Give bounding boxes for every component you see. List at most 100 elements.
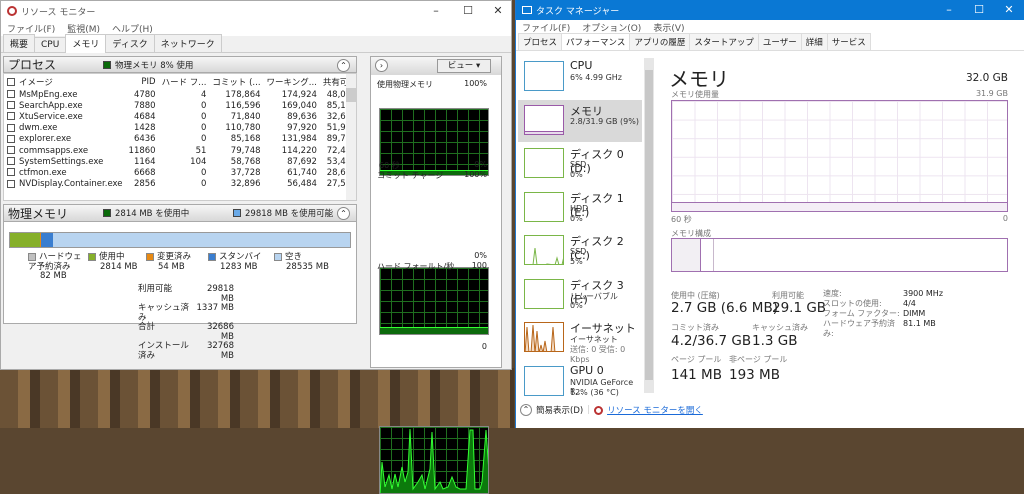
tab-6[interactable]: サービス: [827, 33, 871, 50]
table-cell: 6668: [126, 167, 159, 178]
close-button[interactable]: ✕: [994, 3, 1024, 16]
title-bar: リソース モニター –☐✕: [1, 1, 511, 21]
legend-swatch: [274, 253, 282, 261]
table-cell: 4780: [126, 89, 159, 100]
minimize-button[interactable]: –: [421, 4, 451, 17]
resource-item[interactable]: ディスク 0 (D:)SSD0%: [518, 143, 642, 185]
row-checkbox[interactable]: [7, 124, 15, 132]
simple-view-button[interactable]: 簡易表示(D): [536, 404, 583, 416]
tab-2[interactable]: アプリの履歴: [629, 33, 690, 50]
resource-item[interactable]: ディスク 2 (C:)SSD5%: [518, 230, 642, 272]
thumbnail-graph: [524, 235, 564, 265]
tab-memory[interactable]: メモリ: [65, 34, 106, 53]
table-cell: 169,040: [264, 100, 320, 111]
table-cell: 6436: [126, 134, 159, 145]
row-checkbox[interactable]: [7, 112, 15, 120]
committed-label: コミット済み: [671, 322, 719, 333]
cell-text: 89,636: [287, 112, 317, 122]
cell-text: 1428: [134, 123, 156, 133]
cell-text: 7880: [134, 101, 156, 111]
table-cell: 116,596: [209, 100, 263, 111]
memory-bar-segment: [41, 233, 54, 247]
resource-item[interactable]: GPU 0NVIDIA GeForce R...12% (36 °C): [518, 361, 642, 403]
tab-cpu[interactable]: CPU: [34, 37, 66, 52]
collapse-icon[interactable]: ⌃: [337, 207, 350, 220]
table-row[interactable]: XtuService.exe4684071,84089,63632,66856,…: [4, 111, 357, 122]
tab-5[interactable]: 詳細: [801, 33, 828, 50]
spec-row: スロットの使用:4/4: [823, 299, 943, 309]
menu-file[interactable]: ファイル(F): [522, 21, 570, 34]
tab-network[interactable]: ネットワーク: [154, 34, 222, 52]
row-checkbox[interactable]: [7, 101, 15, 109]
row-checkbox[interactable]: [7, 180, 15, 188]
table-row[interactable]: ctfmon.exe6668037,72861,74028,60033,140: [4, 167, 357, 178]
collapse-icon[interactable]: ⌃: [337, 59, 350, 72]
row-checkbox[interactable]: [7, 135, 15, 143]
tab-3[interactable]: スタートアップ: [689, 33, 759, 50]
scrollbar[interactable]: [346, 74, 356, 201]
column-header[interactable]: PID: [126, 74, 159, 89]
table-row[interactable]: explorer.exe6436085,168131,98489,74442,2…: [4, 134, 357, 145]
physical-memory-panel: 物理メモリ2814 MB を使用中29818 MB を使用可能⌃ ハードウェア予…: [3, 204, 357, 324]
scrollbar[interactable]: [644, 58, 654, 393]
thumbnail-graph: [524, 322, 564, 352]
column-header[interactable]: イメージ: [4, 74, 126, 89]
resource-list: CPU6% 4.99 GHzメモリ2.8/31.9 GB (9%)ディスク 0 …: [516, 52, 656, 397]
spec-row: 速度:3900 MHz: [823, 289, 943, 299]
table-row[interactable]: MsMpEng.exe47804178,864174,92448,040126,…: [4, 89, 357, 100]
cell-text: 37,728: [231, 168, 261, 178]
resource-item[interactable]: CPU6% 4.99 GHz: [518, 56, 642, 98]
in-use-value: 2.7 GB (6.6 MB): [671, 300, 778, 316]
view-dropdown[interactable]: ビュー ▾: [437, 59, 491, 73]
tab-1[interactable]: パフォーマンス: [561, 33, 630, 50]
maximize-button[interactable]: ☐: [964, 3, 994, 16]
item-sub: SSD: [570, 247, 586, 256]
cell-text: commsapps.exe: [19, 146, 88, 156]
cell-text: 169,040: [282, 101, 317, 111]
graph-title: 使用物理メモリ: [377, 79, 433, 90]
item-sub: 0%: [570, 214, 583, 223]
close-button[interactable]: ✕: [483, 4, 513, 17]
table-row[interactable]: SystemSettings.exe116410458,76887,69253,…: [4, 156, 357, 167]
resource-item[interactable]: メモリ2.8/31.9 GB (9%): [518, 100, 642, 142]
tab-4[interactable]: ユーザー: [758, 33, 802, 50]
table-row[interactable]: dwm.exe14280110,78097,92051,93245,988: [4, 123, 357, 134]
table-row[interactable]: commsapps.exe118605179,748114,22072,4644…: [4, 145, 357, 156]
column-header[interactable]: ハード フ...: [159, 74, 210, 89]
select-all-checkbox[interactable]: [7, 78, 15, 86]
stat-value: 32686 MB: [192, 323, 234, 342]
tab-0[interactable]: プロセス: [518, 33, 562, 50]
process-header[interactable]: プロセス物理メモリ 8% 使用⌃: [3, 56, 357, 73]
table-row[interactable]: SearchApp.exe78800116,596169,04085,19283…: [4, 100, 357, 111]
collapse-icon[interactable]: ⌃: [520, 404, 532, 416]
desktop-background: [0, 368, 514, 428]
table-cell: 85,168: [209, 134, 263, 145]
table-row[interactable]: NVDisplay.Container.exe2856032,89656,484…: [4, 179, 357, 190]
column-header[interactable]: コミット (...: [209, 74, 263, 89]
column-label: イメージ: [19, 78, 53, 88]
menu-options[interactable]: オプション(O): [582, 21, 641, 34]
tab-overview[interactable]: 概要: [3, 34, 35, 52]
row-checkbox[interactable]: [7, 168, 15, 176]
memory-bar-segment: [10, 233, 40, 247]
resource-item[interactable]: ディスク 1 (E:)HDD0%: [518, 187, 642, 229]
resource-item[interactable]: イーサネットイーサネット送信: 0 受信: 0 Kbps: [518, 317, 642, 359]
physical-memory-header[interactable]: 物理メモリ2814 MB を使用中29818 MB を使用可能⌃: [4, 205, 356, 222]
tab-disk[interactable]: ディスク: [105, 34, 154, 52]
memory-specs: 速度:3900 MHzスロットの使用:4/4フォーム ファクター:DIMMハード…: [823, 289, 943, 339]
open-resource-monitor-link[interactable]: リソース モニターを開く: [607, 404, 703, 416]
item-sub: 2.8/31.9 GB (9%): [570, 117, 639, 126]
table-cell: 0: [159, 111, 210, 122]
expand-icon[interactable]: ›: [375, 59, 388, 72]
maximize-button[interactable]: ☐: [453, 4, 483, 17]
cell-text: 110,780: [225, 123, 260, 133]
row-checkbox[interactable]: [7, 157, 15, 165]
minimize-button[interactable]: –: [934, 3, 964, 16]
row-checkbox[interactable]: [7, 146, 15, 154]
column-header[interactable]: ワーキング...: [264, 74, 320, 89]
spec-row: ハードウェア予約済み:81.1 MB: [823, 319, 943, 339]
resource-item[interactable]: ディスク 3 (F:)リムーバブル0%: [518, 274, 642, 316]
stat-label: キャッシュ済み: [138, 304, 192, 323]
menu-view[interactable]: 表示(V): [653, 21, 684, 34]
row-checkbox[interactable]: [7, 90, 15, 98]
